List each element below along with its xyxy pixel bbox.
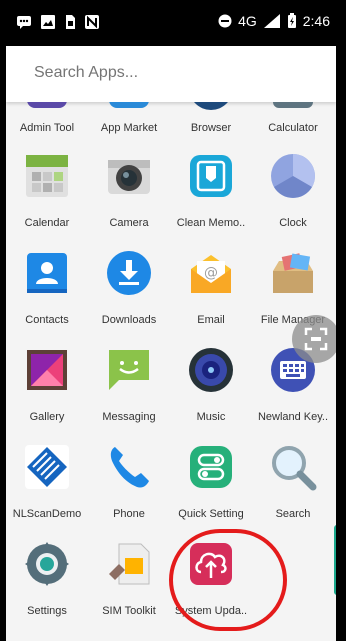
app-label: App Market: [100, 122, 158, 134]
app-label: Settings: [27, 605, 67, 617]
highlight-circle: [169, 529, 287, 631]
app-clean-memory[interactable]: Clean Memo..: [170, 152, 252, 249]
app-label: Quick Setting: [178, 508, 244, 520]
network-type: 4G: [238, 13, 257, 29]
file-manager-icon: [273, 253, 313, 293]
app-messaging[interactable]: Messaging: [88, 346, 170, 443]
app-label: Downloads: [101, 314, 157, 326]
app-grid: Admin Tool App Market Browser Calculator…: [6, 102, 336, 641]
camera-icon: [108, 160, 150, 194]
app-label: Contacts: [25, 314, 69, 326]
search-bar: [6, 46, 336, 102]
floating-scan-button[interactable]: [292, 315, 336, 363]
app-label: NLScanDemo: [12, 508, 82, 520]
app-label: Admin Tool: [19, 122, 75, 134]
sim-card-icon: [66, 15, 75, 29]
app-quick-setting[interactable]: Quick Setting: [170, 443, 252, 540]
app-label: SIM Toolkit: [102, 605, 156, 617]
search-apps-input[interactable]: [34, 64, 294, 82]
app-label: Search: [275, 508, 311, 520]
app-label: Phone: [113, 508, 145, 520]
app-label: Gallery: [29, 411, 65, 423]
app-label: Calendar: [24, 217, 70, 229]
app-label: Clock: [279, 217, 307, 229]
app-email[interactable]: @ Email: [170, 249, 252, 346]
battery-icon: [287, 13, 296, 28]
app-contacts[interactable]: Contacts: [6, 249, 88, 346]
settings-icon: [25, 542, 69, 586]
chat-icon: [17, 16, 31, 29]
scan-frame-icon: [304, 327, 328, 351]
app-label: Email: [197, 314, 225, 326]
app-market-icon: [109, 102, 149, 108]
app-search[interactable]: Search: [252, 443, 334, 540]
app-clock[interactable]: Clock: [252, 152, 334, 249]
clean-memory-icon: [190, 155, 232, 197]
clock-icon: [271, 154, 315, 198]
app-label: Music: [196, 411, 226, 423]
app-label: Calculator: [268, 122, 318, 134]
app-label: Newland Key..: [257, 411, 329, 423]
edge-panel-handle[interactable]: [334, 525, 336, 595]
messaging-icon: [109, 350, 149, 390]
admin-tool-icon: [27, 102, 67, 108]
app-phone[interactable]: Phone: [88, 443, 170, 540]
status-right: 4G 2:46: [218, 13, 330, 29]
dnd-icon: [218, 14, 232, 28]
app-label: Browser: [190, 122, 232, 134]
email-icon: @: [191, 255, 231, 293]
app-calendar[interactable]: Calendar: [6, 152, 88, 249]
downloads-icon: [107, 251, 151, 295]
app-camera[interactable]: Camera: [88, 152, 170, 249]
app-sim-toolkit[interactable]: SIM Toolkit: [88, 540, 170, 637]
app-nlscan-demo[interactable]: NLScanDemo: [6, 443, 88, 540]
app-settings[interactable]: Settings: [6, 540, 88, 637]
app-downloads[interactable]: Downloads: [88, 249, 170, 346]
nfc-icon: [85, 15, 99, 29]
contacts-icon: [27, 253, 67, 293]
sim-toolkit-icon: [109, 543, 150, 585]
svg-text:@: @: [204, 265, 218, 281]
music-icon: [189, 348, 233, 392]
app-music[interactable]: Music: [170, 346, 252, 443]
phone-icon: [110, 447, 149, 488]
status-bar: 4G 2:46: [6, 0, 336, 46]
search-icon: [272, 446, 317, 491]
image-icon: [41, 15, 55, 29]
signal-icon: [263, 14, 280, 28]
gallery-icon: [27, 350, 67, 390]
app-label: Camera: [109, 217, 149, 229]
app-gallery[interactable]: Gallery: [6, 346, 88, 443]
clock-time: 2:46: [302, 13, 330, 29]
quick-setting-icon: [190, 446, 232, 488]
app-label: Messaging: [102, 411, 156, 423]
nlscan-demo-icon: [25, 445, 69, 489]
calendar-icon: [26, 155, 68, 197]
app-label: Clean Memo..: [176, 217, 246, 229]
app-drawer-screen: 4G 2:46 Admin Tool App Market Browser Ca…: [6, 0, 336, 641]
browser-icon: [194, 102, 228, 110]
calculator-icon: [273, 102, 313, 108]
